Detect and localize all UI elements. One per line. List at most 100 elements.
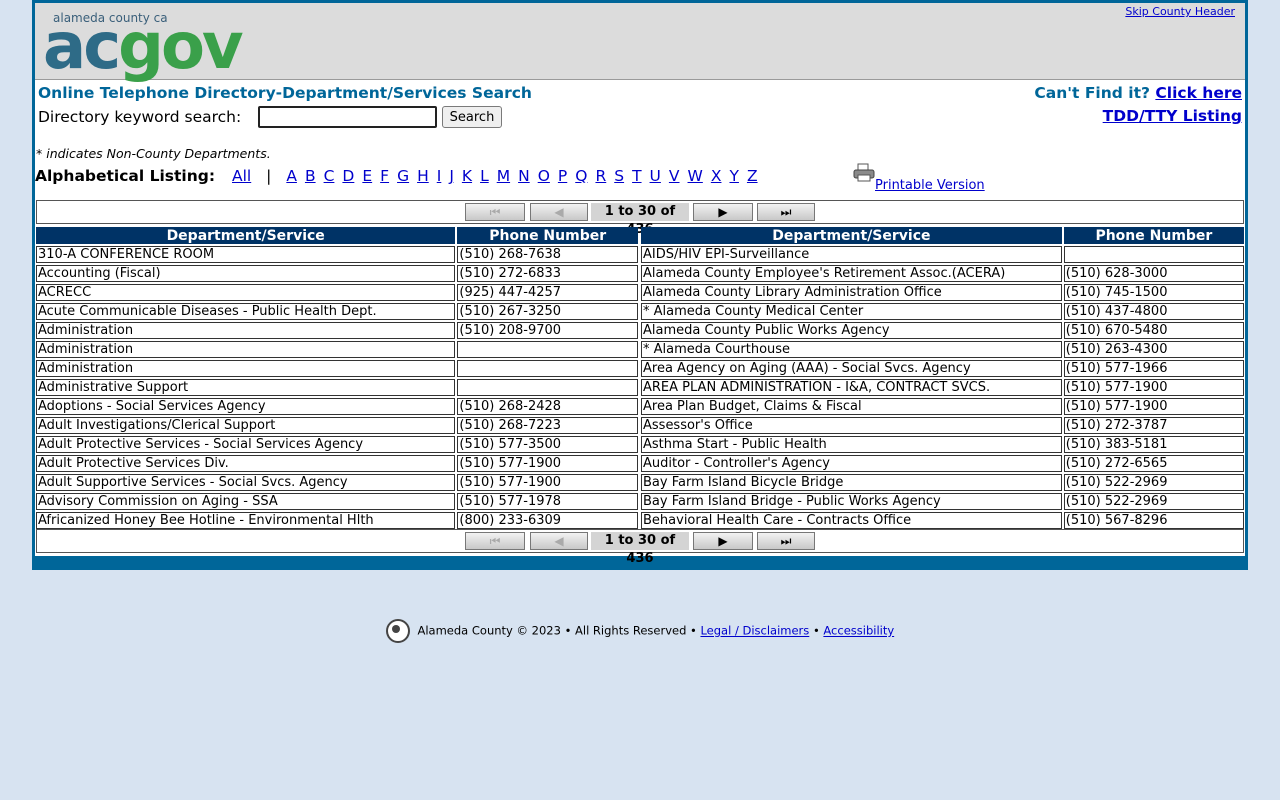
phone-cell: (510) 437-4800: [1063, 303, 1244, 320]
phone-cell: (510) 745-1500: [1063, 284, 1244, 301]
phone-cell: (510) 577-3500: [457, 436, 638, 453]
skip-header-link[interactable]: Skip County Header: [1125, 5, 1235, 18]
table-row: Acute Communicable Diseases - Public Hea…: [36, 303, 638, 320]
dept-name-cell: Adult Investigations/Clerical Support: [36, 417, 456, 434]
printable-version-link[interactable]: Printable Version: [853, 163, 985, 193]
prev-page-button[interactable]: ◀: [530, 203, 588, 221]
alpha-link-v[interactable]: V: [669, 167, 680, 185]
phone-cell: (510) 577-1966: [1063, 360, 1244, 377]
table-row: Bay Farm Island Bridge - Public Works Ag…: [641, 493, 1244, 510]
alpha-link-g[interactable]: G: [397, 167, 409, 185]
dept-name-cell: Asthma Start - Public Health: [641, 436, 1062, 453]
dept-name-cell: Adult Protective Services - Social Servi…: [36, 436, 456, 453]
acgov-logo[interactable]: alameda county ca acgov: [43, 9, 244, 79]
alpha-link-i[interactable]: I: [437, 167, 442, 185]
pager-top: ⏮ ◀ 1 to 30 of 436 ▶ ⏭: [36, 200, 1244, 237]
page-footer: Alameda County © 2023 • All Rights Reser…: [0, 619, 1280, 643]
table-row: Asthma Start - Public Health (510) 383-51…: [641, 436, 1244, 453]
table-row: * Alameda County Medical Center (510) 437…: [641, 303, 1244, 320]
table-row: Advisory Commission on Aging - SSA (510) …: [36, 493, 638, 510]
last-page-button[interactable]: ⏭: [757, 203, 815, 221]
alpha-link-s[interactable]: S: [614, 167, 624, 185]
phone-cell: (510) 272-3787: [1063, 417, 1244, 434]
directory-table-right: Department/Service Phone Number AIDS/HIV…: [639, 225, 1246, 531]
phone-cell: (510) 577-1900: [457, 455, 638, 472]
next-page-button[interactable]: ▶: [693, 203, 753, 221]
phone-cell: (510) 383-5181: [1063, 436, 1244, 453]
dept-name-cell: * Alameda Courthouse: [641, 341, 1062, 358]
alpha-link-h[interactable]: H: [417, 167, 429, 185]
phone-cell: [457, 360, 638, 377]
alpha-link-x[interactable]: X: [711, 167, 722, 185]
table-row: 310-A CONFERENCE ROOM (510) 268-7638: [36, 246, 638, 263]
non-county-note: * indicates Non-County Departments.: [36, 146, 271, 161]
alpha-link-n[interactable]: N: [518, 167, 530, 185]
alpha-link-o[interactable]: O: [538, 167, 550, 185]
phone-cell: (510) 263-4300: [1063, 341, 1244, 358]
click-here-link[interactable]: Click here: [1155, 84, 1242, 102]
phone-cell: (510) 628-3000: [1063, 265, 1244, 282]
tdd-tty-link[interactable]: TDD/TTY Listing: [1103, 107, 1242, 125]
directory-table-left: Department/Service Phone Number 310-A CO…: [34, 225, 640, 531]
col-header-dept: Department/Service: [641, 227, 1062, 244]
alpha-link-e[interactable]: E: [362, 167, 372, 185]
dept-name-cell: Area Agency on Aging (AAA) - Social Svcs…: [641, 360, 1062, 377]
last-page-button[interactable]: ⏭: [757, 532, 815, 550]
search-input[interactable]: [258, 106, 437, 128]
phone-cell: (510) 577-1978: [457, 493, 638, 510]
alpha-link-d[interactable]: D: [342, 167, 354, 185]
table-row: Africanized Honey Bee Hotline - Environm…: [36, 512, 638, 529]
alpha-link-t[interactable]: T: [632, 167, 641, 185]
alpha-link-c[interactable]: C: [324, 167, 335, 185]
legal-disclaimers-link[interactable]: Legal / Disclaimers: [700, 624, 809, 638]
alpha-link-f[interactable]: F: [380, 167, 389, 185]
table-row: Administrative Support: [36, 379, 638, 396]
county-seal-icon: [385, 619, 410, 643]
search-button[interactable]: Search: [442, 106, 502, 128]
content-panel: alameda county ca acgov Skip County Head…: [34, 3, 1246, 566]
county-header: alameda county ca acgov Skip County Head…: [35, 3, 1245, 80]
alpha-link-y[interactable]: Y: [729, 167, 738, 185]
alpha-link-p[interactable]: P: [558, 167, 567, 185]
col-header-phone: Phone Number: [1063, 227, 1244, 244]
alpha-link-z[interactable]: Z: [747, 167, 758, 185]
alpha-link-a[interactable]: A: [286, 167, 297, 185]
next-page-button[interactable]: ▶: [693, 532, 753, 550]
alpha-link-b[interactable]: B: [305, 167, 316, 185]
phone-cell: (510) 522-2969: [1063, 474, 1244, 491]
first-page-button[interactable]: ⏮: [465, 203, 525, 221]
table-row: Bay Farm Island Bicycle Bridge (510) 522-…: [641, 474, 1244, 491]
alpha-link-j[interactable]: J: [449, 167, 454, 185]
table-row: Administration (510) 208-9700: [36, 322, 638, 339]
search-label: Directory keyword search:: [38, 108, 242, 126]
alpha-link-l[interactable]: L: [480, 167, 489, 185]
table-row: Behavioral Health Care - Contracts Offic…: [641, 512, 1244, 529]
dept-name-cell: Africanized Honey Bee Hotline - Environm…: [36, 512, 456, 529]
table-row: Adoptions - Social Services Agency (510) …: [36, 398, 638, 415]
accessibility-link[interactable]: Accessibility: [823, 624, 894, 638]
prev-page-button[interactable]: ◀: [530, 532, 588, 550]
phone-cell: (510) 208-9700: [457, 322, 638, 339]
table-row: Auditor - Controller's Agency (510) 272-6…: [641, 455, 1244, 472]
alpha-link-u[interactable]: U: [650, 167, 661, 185]
alpha-link-r[interactable]: R: [595, 167, 606, 185]
alpha-link-k[interactable]: K: [462, 167, 472, 185]
alpha-link-w[interactable]: W: [688, 167, 703, 185]
phone-cell: (510) 268-7638: [457, 246, 638, 263]
alpha-link-q[interactable]: Q: [575, 167, 587, 185]
prev-page-icon: ◀: [554, 205, 564, 219]
dept-name-cell: Administration: [36, 341, 456, 358]
col-header-dept: Department/Service: [36, 227, 456, 244]
first-page-button[interactable]: ⏮: [465, 532, 525, 550]
phone-cell: (510) 577-1900: [457, 474, 638, 491]
phone-cell: (510) 267-3250: [457, 303, 638, 320]
dept-name-cell: Adult Protective Services Div.: [36, 455, 456, 472]
alpha-link-m[interactable]: M: [497, 167, 510, 185]
phone-cell: [457, 379, 638, 396]
alpha-link-all[interactable]: All: [232, 167, 251, 185]
next-page-icon: ▶: [718, 534, 728, 548]
last-page-icon: ⏭: [780, 533, 792, 548]
dept-name-cell: Bay Farm Island Bicycle Bridge: [641, 474, 1062, 491]
phone-cell: (510) 577-1900: [1063, 398, 1244, 415]
phone-cell: (510) 268-2428: [457, 398, 638, 415]
